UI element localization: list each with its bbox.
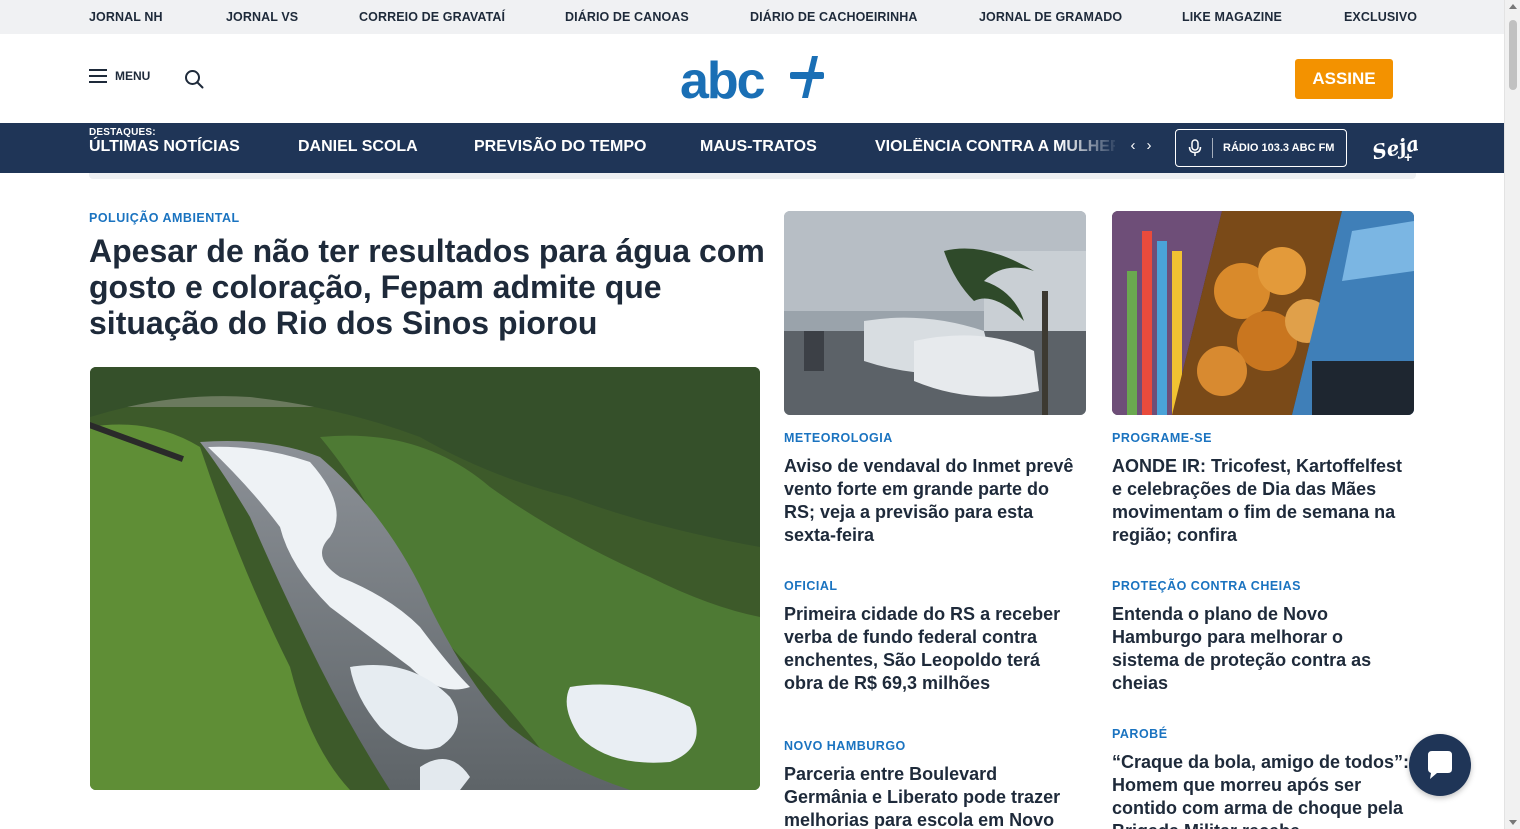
network-link-like-magazine[interactable]: LIKE MAGAZINE: [1182, 10, 1282, 24]
site-header: MENU abc ASSINE: [0, 34, 1504, 123]
page-scrollbar[interactable]: [1504, 0, 1520, 829]
chevron-left-icon[interactable]: ‹: [1128, 137, 1138, 154]
card-headline-parobe[interactable]: “Craque da bola, amigo de todos”: Homem …: [1112, 751, 1412, 829]
card-image-meteorologia[interactable]: [784, 211, 1086, 415]
network-link-jornal-vs[interactable]: JORNAL VS: [226, 10, 298, 24]
card-kicker-novo-hamburgo[interactable]: NOVO HAMBURGO: [784, 739, 906, 753]
page: JORNAL NH JORNAL VS CORREIO DE GRAVATAÍ …: [0, 0, 1520, 829]
microphone-icon: [1188, 139, 1202, 156]
subscribe-button[interactable]: ASSINE: [1295, 59, 1393, 99]
nav-item-ultimas-noticias[interactable]: ÚLTIMAS NOTÍCIAS: [89, 138, 240, 156]
card-kicker-programe-se[interactable]: PROGRAME-SE: [1112, 431, 1212, 445]
highlights-kicker: DESTAQUES:: [89, 127, 156, 138]
lead-kicker[interactable]: POLUIÇÃO AMBIENTAL: [89, 211, 240, 225]
network-link-correio-de-gravatai[interactable]: CORREIO DE GRAVATAÍ: [359, 10, 505, 24]
network-bar: JORNAL NH JORNAL VS CORREIO DE GRAVATAÍ …: [0, 0, 1504, 34]
lead-headline[interactable]: Apesar de não ter resultados para água c…: [89, 233, 769, 341]
network-link-diario-de-canoas[interactable]: DIÁRIO DE CANOAS: [565, 10, 689, 24]
radio-label: RÁDIO 103.3 ABC FM: [1223, 142, 1335, 154]
chat-button[interactable]: [1409, 734, 1471, 796]
nav-shadow: [89, 173, 1416, 179]
hamburger-icon: [89, 69, 107, 83]
card-headline-programe-se[interactable]: AONDE IR: Tricofest, Kartoffelfest e cel…: [1112, 455, 1412, 547]
abc-plus-logo[interactable]: abc: [680, 52, 826, 110]
seja-plus-logo[interactable]: Seja +: [1370, 129, 1421, 167]
card-kicker-oficial[interactable]: OFICIAL: [784, 579, 838, 593]
network-link-diario-de-cachoeirinha[interactable]: DIÁRIO DE CACHOEIRINHA: [750, 10, 917, 24]
card-headline-protecao-contra-cheias[interactable]: Entenda o plano de Novo Hamburgo para me…: [1112, 603, 1412, 695]
svg-text:+: +: [1404, 149, 1412, 165]
lead-image[interactable]: [90, 367, 760, 790]
nav-fade: [1060, 123, 1120, 173]
nav-item-maus-tratos[interactable]: MAUS-TRATOS: [700, 138, 817, 156]
nav-item-daniel-scola[interactable]: DANIEL SCOLA: [298, 138, 418, 156]
network-link-exclusivo[interactable]: EXCLUSIVO: [1344, 10, 1417, 24]
card-kicker-parobe[interactable]: PAROBÉ: [1112, 727, 1168, 741]
card-kicker-meteorologia[interactable]: METEOROLOGIA: [784, 431, 893, 445]
nav-arrows: ‹ ›: [1128, 137, 1154, 154]
radio-button[interactable]: RÁDIO 103.3 ABC FM: [1175, 129, 1347, 167]
menu-button[interactable]: MENU: [89, 69, 150, 83]
search-icon[interactable]: [184, 69, 204, 89]
chat-bubble-icon: [1428, 751, 1452, 779]
card-headline-oficial[interactable]: Primeira cidade do RS a receber verba de…: [784, 603, 1084, 695]
network-link-jornal-de-gramado[interactable]: JORNAL DE GRAMADO: [979, 10, 1122, 24]
scroll-up-icon[interactable]: [1509, 4, 1517, 9]
chevron-right-icon[interactable]: ›: [1144, 137, 1154, 154]
nav-item-previsao-do-tempo[interactable]: PREVISÃO DO TEMPO: [474, 138, 646, 156]
radio-divider: [1212, 138, 1213, 158]
svg-text:abc: abc: [680, 52, 765, 104]
card-kicker-protecao-contra-cheias[interactable]: PROTEÇÃO CONTRA CHEIAS: [1112, 579, 1301, 593]
scroll-down-icon[interactable]: [1509, 820, 1517, 825]
card-image-programe-se[interactable]: [1112, 211, 1414, 415]
scroll-thumb[interactable]: [1509, 20, 1517, 90]
menu-label: MENU: [115, 69, 151, 83]
card-headline-meteorologia[interactable]: Aviso de vendaval do Inmet prevê vento f…: [784, 455, 1084, 547]
card-headline-novo-hamburgo[interactable]: Parceria entre Boulevard Germânia e Libe…: [784, 763, 1084, 829]
network-link-jornal-nh[interactable]: JORNAL NH: [89, 10, 163, 24]
